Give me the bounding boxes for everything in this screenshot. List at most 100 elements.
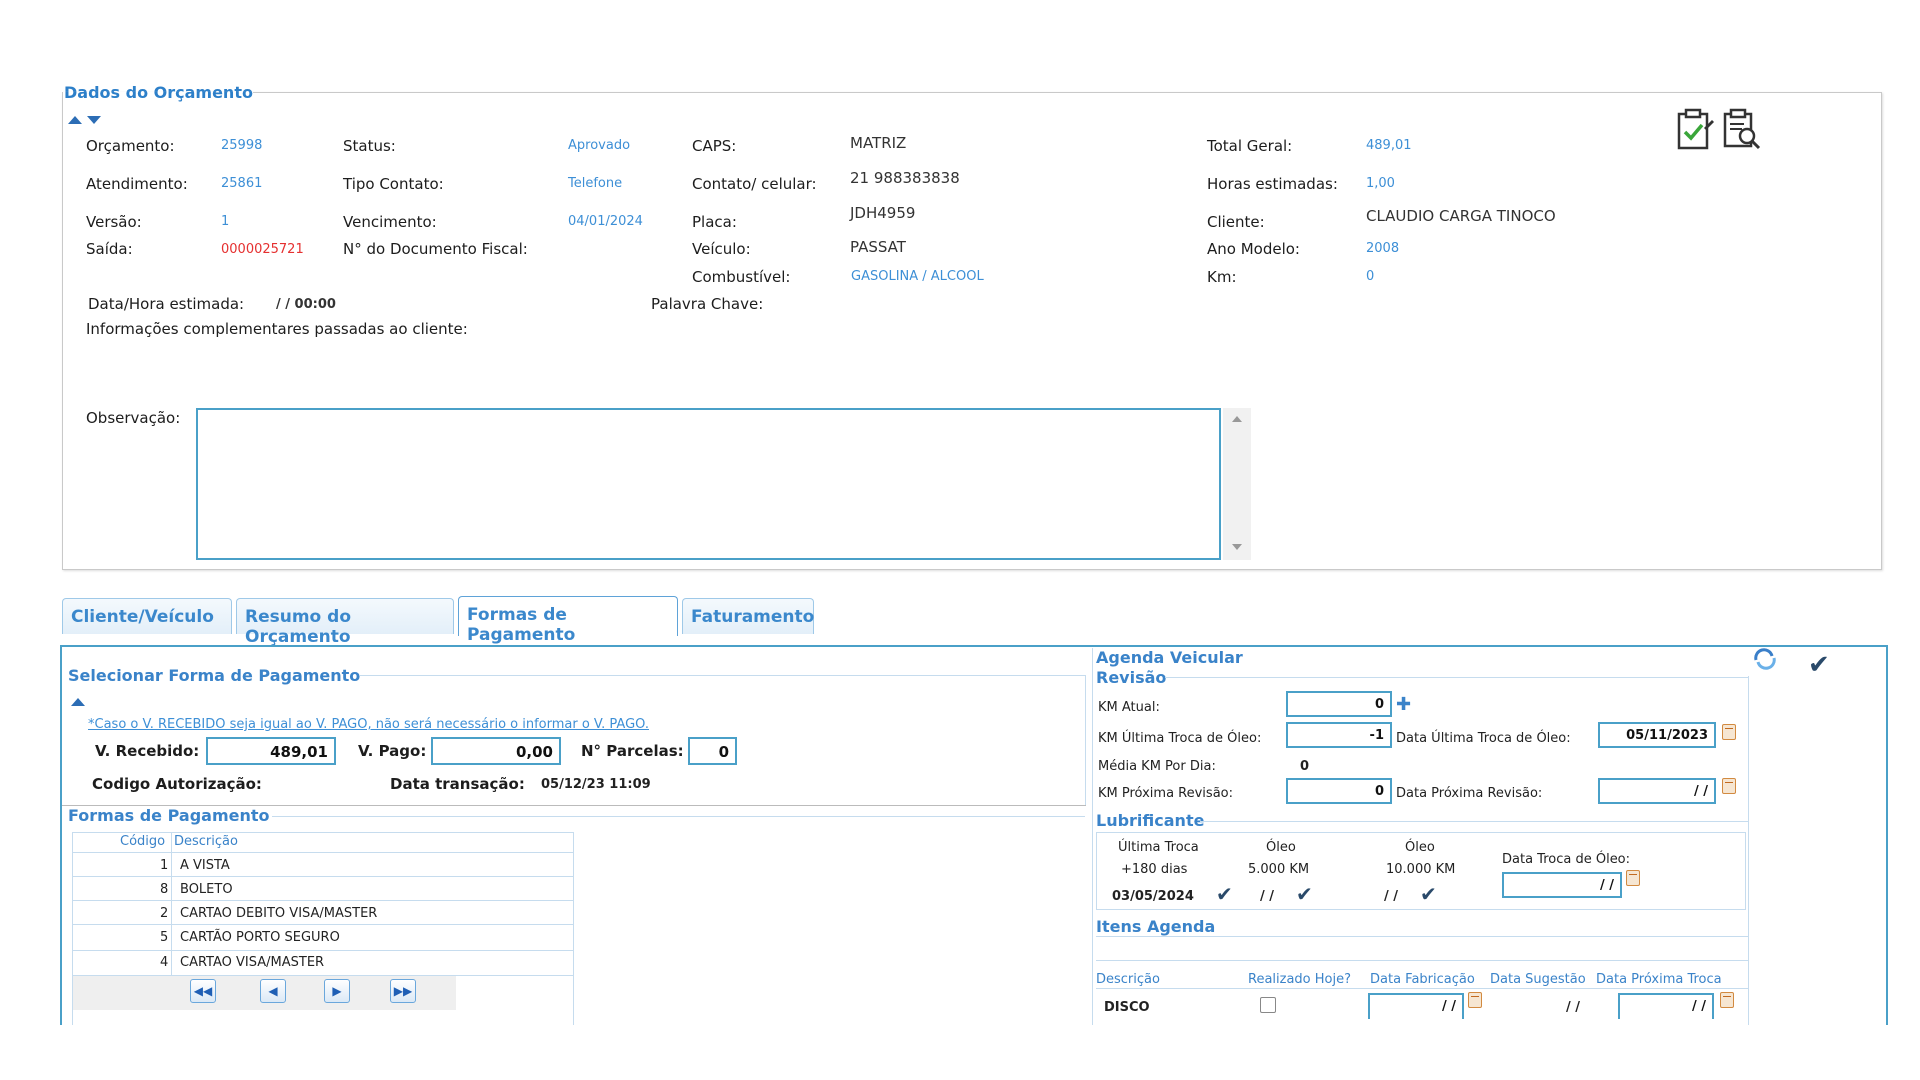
forma-descricao[interactable]: A VISTA: [180, 858, 230, 873]
km-5000-label: 5.000 KM: [1248, 862, 1310, 877]
palavra-chave-label: Palavra Chave:: [651, 295, 764, 313]
confirm-check-icon[interactable]: ✔: [1808, 650, 1830, 680]
collapse-toggle[interactable]: [68, 110, 101, 128]
calendar-icon[interactable]: [1468, 992, 1482, 1008]
placa-value: JDH4959: [850, 204, 916, 222]
cliente-value: CLAUDIO CARGA TINOCO: [1366, 207, 1556, 225]
vencimento-value: 04/01/2024: [568, 214, 643, 229]
calendar-icon[interactable]: [1722, 778, 1736, 794]
arrow-up-icon: [71, 698, 85, 706]
dias-label: +180 dias: [1121, 862, 1188, 877]
first-page-button[interactable]: ◀◀: [190, 979, 216, 1003]
observacao-label: Observação:: [86, 409, 181, 427]
col-sugestao-header: Data Sugestão: [1490, 972, 1586, 987]
tipo-contato-value: Telefone: [568, 176, 623, 191]
forma-descricao[interactable]: CARTAO VISA/MASTER: [180, 955, 324, 970]
doc-fiscal-label: N° do Documento Fiscal:: [343, 240, 528, 258]
km-label: Km:: [1207, 268, 1237, 286]
prev-page-button[interactable]: ◀: [260, 979, 286, 1003]
last-page-button[interactable]: ▶▶: [390, 979, 416, 1003]
chevron-left-icon: ◀: [268, 984, 278, 998]
scroll-up-icon[interactable]: [1232, 416, 1242, 422]
combustivel-value: GASOLINA / ALCOOL: [851, 269, 984, 284]
scroll-down-icon[interactable]: [1232, 544, 1242, 550]
col-proxima-troca-header: Data Próxima Troca: [1596, 972, 1722, 987]
km-atual-input[interactable]: 0: [1286, 691, 1392, 717]
saida-value: 0000025721: [221, 242, 304, 257]
data-troca-input[interactable]: / /: [1502, 872, 1622, 898]
km-10000-label: 10.000 KM: [1386, 862, 1456, 877]
data-proxima-label: Data Próxima Revisão:: [1396, 786, 1543, 801]
next-page-button[interactable]: ▶: [324, 979, 350, 1003]
oleo-label: Óleo: [1266, 840, 1296, 855]
forma-codigo[interactable]: 1: [160, 858, 168, 873]
transacao-label: Data transação:: [390, 775, 525, 793]
itens-agenda-heading: Itens Agenda: [1096, 917, 1216, 936]
forma-descricao[interactable]: CARTÃO PORTO SEGURO: [180, 930, 340, 945]
calendar-icon[interactable]: [1720, 992, 1734, 1008]
item-fabricacao-input[interactable]: / /: [1368, 993, 1464, 1019]
orcamento-value[interactable]: 25998: [221, 138, 262, 153]
forma-codigo[interactable]: 5: [160, 930, 168, 945]
km-atual-label: KM Atual:: [1098, 700, 1160, 715]
plus-arrow-icon[interactable]: ✚: [1396, 694, 1411, 715]
check-icon[interactable]: ✔: [1420, 882, 1437, 906]
pago-label: V. Pago:: [358, 742, 427, 760]
pago-input[interactable]: 0,00: [431, 737, 561, 765]
parcelas-input[interactable]: 0: [688, 737, 737, 765]
chevron-right-icon: ▶: [332, 984, 342, 998]
calendar-icon[interactable]: [1722, 724, 1736, 740]
data-troca-label: Data Troca de Óleo:: [1502, 852, 1631, 867]
parcelas-label: N° Parcelas:: [581, 742, 684, 760]
data-lubrificante-value: 03/05/2024: [1112, 889, 1194, 904]
status-label: Status:: [343, 137, 396, 155]
forma-codigo[interactable]: 2: [160, 906, 168, 921]
orcamento-label: Orçamento:: [86, 137, 175, 155]
km-ultima-input[interactable]: -1: [1286, 722, 1392, 748]
veiculo-label: Veículo:: [692, 240, 751, 258]
item-descricao: DISCO: [1104, 1000, 1150, 1015]
caps-value: MATRIZ: [850, 134, 907, 152]
forma-descricao[interactable]: BOLETO: [180, 882, 233, 897]
total-label: Total Geral:: [1207, 137, 1293, 155]
item-sugestao-value: / /: [1566, 1000, 1581, 1015]
forma-codigo[interactable]: 8: [160, 882, 168, 897]
pagamento-note: *Caso o V. RECEBIDO seja igual ao V. PAG…: [88, 717, 649, 732]
clipboard-check-icon[interactable]: [1676, 108, 1716, 152]
arrow-up-icon: [68, 116, 82, 124]
col-descricao-header: Descrição: [1096, 972, 1160, 987]
check-icon[interactable]: ✔: [1216, 882, 1233, 906]
calendar-icon[interactable]: [1626, 870, 1640, 886]
info-complementares-label: Informações complementares passadas ao c…: [86, 320, 468, 338]
lubrificante-heading: Lubrificante: [1096, 811, 1205, 830]
collapse-up-toggle[interactable]: [71, 692, 85, 710]
atendimento-value[interactable]: 25861: [221, 176, 262, 191]
tab-faturamento[interactable]: Faturamento: [682, 598, 814, 634]
tipo-contato-label: Tipo Contato:: [343, 175, 444, 193]
formas-pagamento-heading: Formas de Pagamento: [68, 806, 270, 825]
item-proxima-input[interactable]: / /: [1618, 993, 1714, 1019]
col-codigo-header: Código: [120, 834, 166, 849]
tab-formas-pagamento[interactable]: Formas de Pagamento: [458, 596, 678, 645]
check-icon[interactable]: ✔: [1296, 882, 1313, 906]
placa-label: Placa:: [692, 213, 737, 231]
document-search-icon[interactable]: [1722, 108, 1762, 152]
col-fabricacao-header: Data Fabricação: [1370, 972, 1475, 987]
data-ultima-input[interactable]: 05/11/2023: [1598, 722, 1716, 748]
ano-label: Ano Modelo:: [1207, 240, 1300, 258]
tab-cliente-veiculo[interactable]: Cliente/Veículo: [62, 598, 232, 634]
selecionar-forma-heading: Selecionar Forma de Pagamento: [68, 666, 361, 685]
recebido-input[interactable]: 489,01: [206, 737, 336, 765]
forma-descricao[interactable]: CARTAO DEBITO VISA/MASTER: [180, 906, 377, 921]
km-proxima-input[interactable]: 0: [1286, 778, 1392, 804]
tab-resumo-orcamento[interactable]: Resumo do Orçamento: [236, 598, 454, 647]
refresh-icon[interactable]: [1752, 648, 1778, 670]
observacao-scrollbar[interactable]: [1223, 408, 1251, 560]
oleo-label: Óleo: [1405, 840, 1435, 855]
combustivel-label: Combustível:: [692, 268, 791, 286]
realizado-checkbox[interactable]: [1260, 997, 1276, 1013]
data-proxima-input[interactable]: / /: [1598, 778, 1716, 804]
km-ultima-label: KM Última Troca de Óleo:: [1098, 731, 1262, 746]
forma-codigo[interactable]: 4: [160, 955, 168, 970]
observacao-textarea[interactable]: [196, 408, 1221, 560]
